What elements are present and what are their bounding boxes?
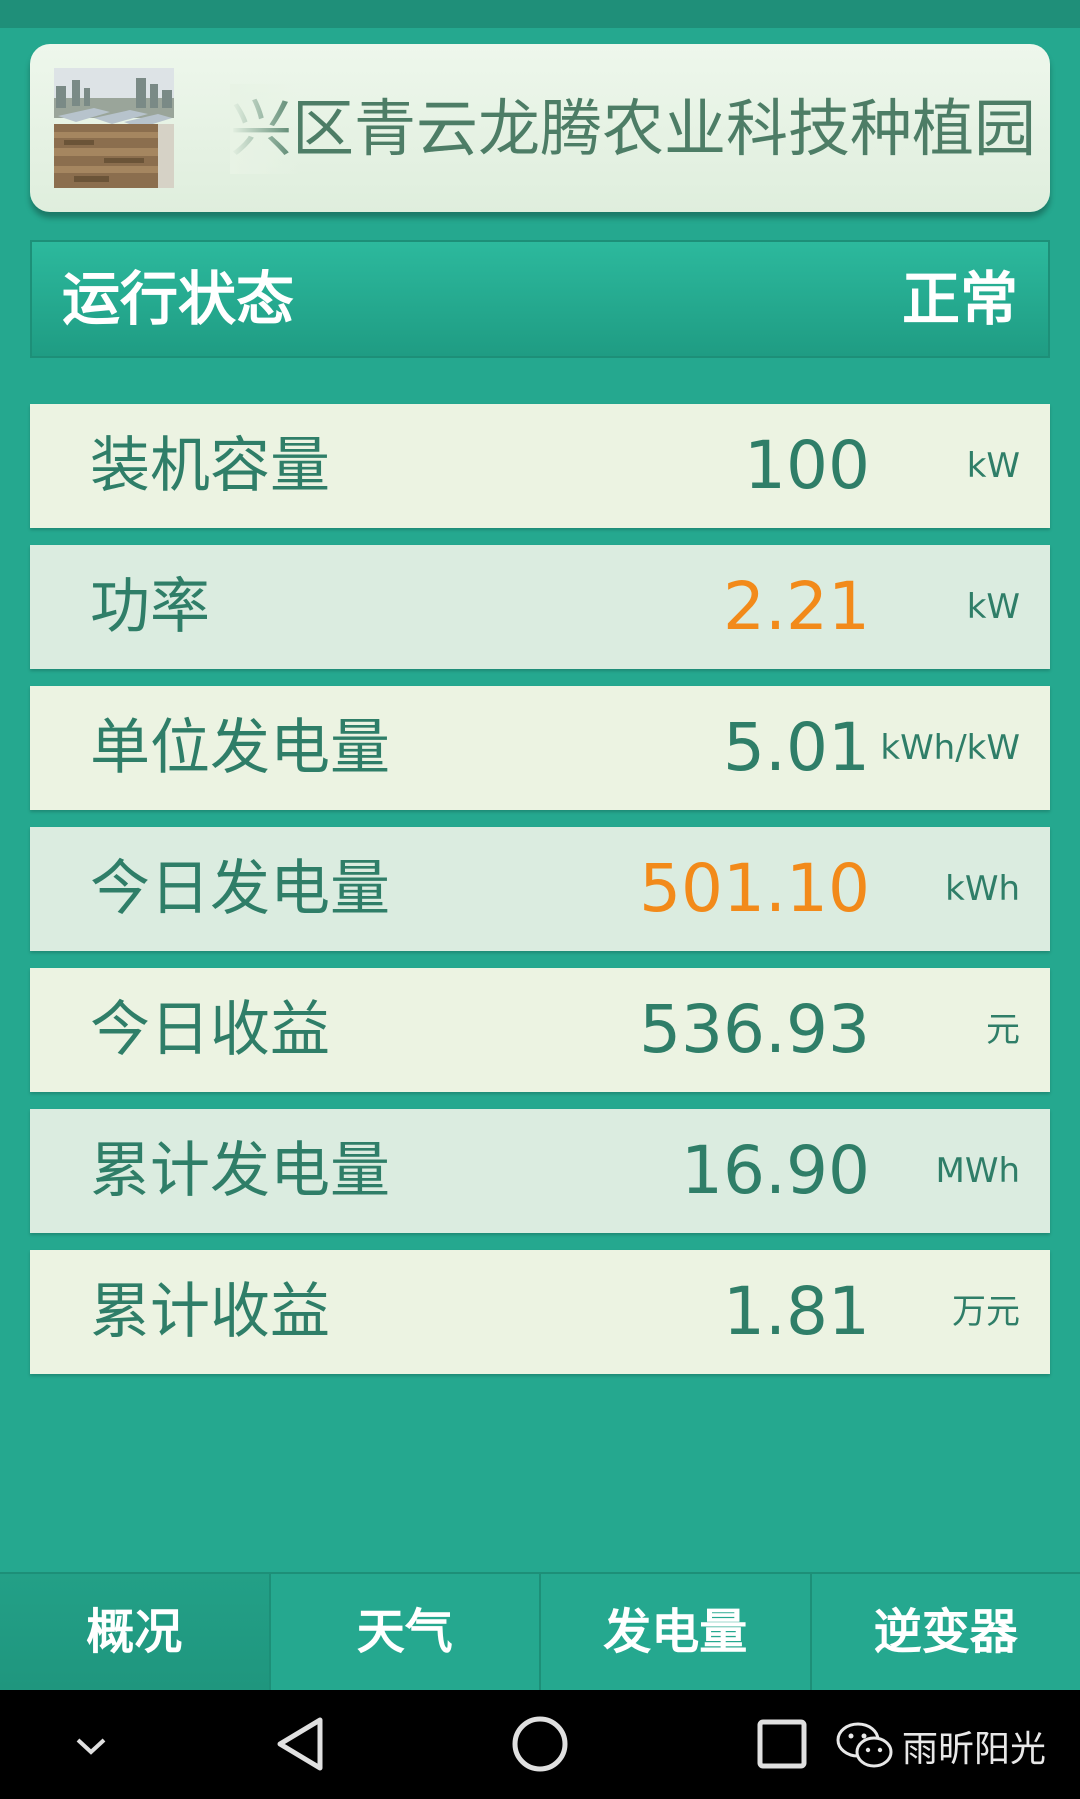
back-icon[interactable]	[270, 1690, 330, 1799]
metric-row-total-generation: 累计发电量 16.90 MWh	[30, 1109, 1050, 1233]
tab-overview[interactable]: 概况	[0, 1574, 271, 1690]
metric-label: 今日收益	[90, 995, 330, 1065]
metric-row-total-revenue: 累计收益 1.81 万元	[30, 1250, 1050, 1374]
home-icon[interactable]	[508, 1690, 572, 1799]
station-name: 兴区青云龙腾农业科技种植园	[230, 84, 1050, 174]
metrics-list: 装机容量 100 kW 功率 2.21 kW 单位发电量 5.01 kWh/kW…	[30, 404, 1050, 1391]
watermark-text: 雨昕阳光	[902, 1729, 1047, 1770]
metric-unit: kW	[966, 587, 1020, 627]
metric-unit: kW	[966, 446, 1020, 486]
tab-generation[interactable]: 发电量	[541, 1574, 812, 1690]
metric-label: 累计收益	[90, 1277, 330, 1347]
metric-label: 今日发电量	[90, 854, 390, 924]
metric-row-today-revenue: 今日收益 536.93 元	[30, 968, 1050, 1092]
wechat-icon	[836, 1722, 893, 1768]
metric-value: 1.81	[723, 1273, 870, 1350]
run-status-label: 运行状态	[62, 265, 295, 333]
metric-label: 累计发电量	[90, 1136, 390, 1206]
metric-unit: kWh/kW	[880, 728, 1020, 768]
tab-inverter[interactable]: 逆变器	[812, 1574, 1080, 1690]
bottom-tab-bar: 概况 天气 发电量 逆变器	[0, 1572, 1080, 1690]
metric-unit: 元	[986, 1010, 1020, 1050]
metric-row-power: 功率 2.21 kW	[30, 545, 1050, 669]
metric-value: 501.10	[639, 850, 870, 927]
metric-row-unit-generation: 单位发电量 5.01 kWh/kW	[30, 686, 1050, 810]
metric-row-today-generation: 今日发电量 501.10 kWh	[30, 827, 1050, 951]
tab-weather[interactable]: 天气	[271, 1574, 541, 1690]
metric-value: 2.21	[723, 568, 870, 645]
metric-label: 功率	[90, 572, 210, 642]
metric-label: 单位发电量	[90, 713, 390, 783]
run-status-value: 正常	[901, 265, 1018, 333]
metric-label: 装机容量	[90, 431, 330, 501]
metric-value: 536.93	[639, 991, 870, 1068]
system-status-bar	[0, 0, 1080, 28]
run-status-bar: 运行状态 正常	[30, 240, 1050, 358]
metric-unit: 万元	[952, 1292, 1020, 1332]
station-photo	[54, 68, 174, 188]
metric-value: 5.01	[723, 709, 870, 786]
station-header-card[interactable]: 兴区青云龙腾农业科技种植园	[30, 44, 1050, 212]
chevron-down-icon[interactable]	[66, 1690, 116, 1799]
recent-apps-icon[interactable]	[754, 1690, 810, 1799]
metric-value: 16.90	[681, 1132, 870, 1209]
metric-unit: kWh	[945, 869, 1020, 909]
metric-value: 100	[744, 427, 870, 504]
metric-unit: MWh	[935, 1151, 1020, 1191]
watermark: 雨昕阳光	[836, 1716, 1046, 1776]
metric-row-installed-capacity: 装机容量 100 kW	[30, 404, 1050, 528]
